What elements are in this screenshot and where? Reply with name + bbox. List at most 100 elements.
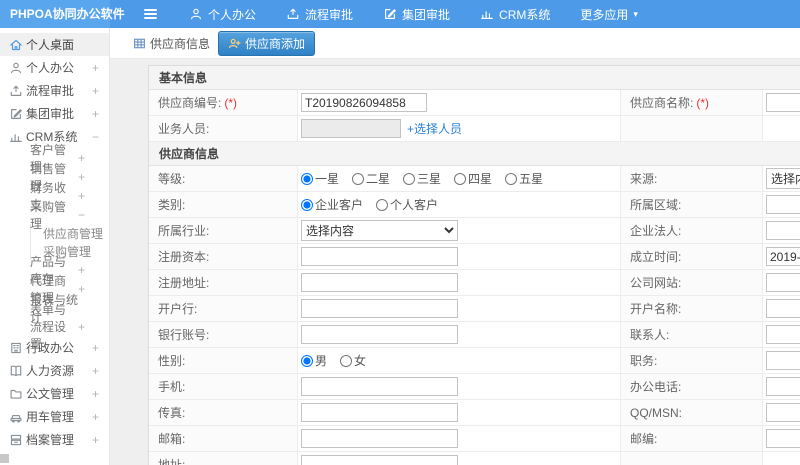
radio-icon[interactable] xyxy=(301,354,313,367)
radio-option-label: 五星 xyxy=(519,172,544,186)
radio-option-label: 企业客户 xyxy=(315,198,364,212)
form-label: 企业法人: xyxy=(621,218,763,243)
sidebar-item-0[interactable]: 个人桌面 xyxy=(0,33,109,56)
radio-icon[interactable] xyxy=(301,172,313,185)
gender-option-0[interactable]: 男 xyxy=(301,352,327,369)
sidebar-item-9[interactable]: 档案管理 + xyxy=(0,428,109,451)
top-nav-item-4[interactable]: 更多应用 ▾ xyxy=(580,6,638,23)
grade-option-3[interactable]: 四星 xyxy=(454,170,492,187)
form-row: 手机: 办公电话: xyxy=(149,374,800,400)
form-label: 所属行业: xyxy=(149,218,298,243)
mobile-input[interactable] xyxy=(301,377,458,396)
category-option-0[interactable]: 企业客户 xyxy=(301,196,363,213)
admin-icon xyxy=(9,341,26,355)
select-staff-link[interactable]: +选择人员 xyxy=(407,120,462,137)
address-input[interactable] xyxy=(301,455,458,465)
top-nav-label: CRM系统 xyxy=(499,7,551,22)
form-field-cell xyxy=(763,116,800,141)
caret-down-icon: ▾ xyxy=(633,8,638,19)
radio-icon[interactable] xyxy=(352,172,365,185)
zip-code-input[interactable] xyxy=(766,429,800,448)
qq-msn-input[interactable] xyxy=(766,403,800,422)
expand-marker: + xyxy=(77,319,85,334)
registered-capital-input[interactable] xyxy=(301,247,458,266)
form-label-text: 性别: xyxy=(158,354,186,368)
sidebar-scrollbar-thumb[interactable] xyxy=(0,454,9,463)
form-label-text: 企业法人: xyxy=(630,224,682,238)
grid-icon xyxy=(133,37,146,50)
sidebar-item-2[interactable]: 流程审批 + xyxy=(0,79,109,102)
job-title-input[interactable] xyxy=(766,351,800,370)
radio-icon[interactable] xyxy=(376,198,389,211)
email-input[interactable] xyxy=(301,429,458,448)
content-area: 基本信息供应商编号:(*)供应商名称:(*)业务人员:+选择人员供应商信息等级:… xyxy=(110,59,800,465)
tab-supplier-info[interactable]: 供应商信息 xyxy=(133,35,210,52)
form-row: 所属行业: 选择内容 企业法人: xyxy=(149,218,800,244)
supplier-name-input[interactable] xyxy=(766,93,800,112)
registered-address-input[interactable] xyxy=(301,273,458,292)
business-staff-input[interactable] xyxy=(301,119,401,138)
top-nav-item-1[interactable]: 流程审批 xyxy=(286,6,353,23)
form-field-cell xyxy=(298,90,621,115)
sidebar-item-5[interactable]: 行政办公 + xyxy=(0,336,109,359)
bank-account-input[interactable] xyxy=(301,325,458,344)
grade-option-2[interactable]: 三星 xyxy=(403,170,441,187)
tab-supplier-add[interactable]: 供应商添加 xyxy=(218,30,316,56)
fax-input[interactable] xyxy=(301,403,458,422)
industry-select[interactable]: 选择内容 xyxy=(301,220,458,241)
menu-toggle-icon[interactable] xyxy=(144,9,157,19)
supplier-code-input[interactable] xyxy=(301,93,427,112)
form-field-cell xyxy=(763,90,800,115)
category-option-1[interactable]: 个人客户 xyxy=(376,196,438,213)
bank-input[interactable] xyxy=(301,299,458,318)
form-label-text: 注册资本: xyxy=(158,250,210,264)
form-label: 所属区域: xyxy=(621,192,763,217)
radio-icon[interactable] xyxy=(454,172,467,185)
radio-icon[interactable] xyxy=(301,198,313,211)
top-nav-item-2[interactable]: 集团审批 xyxy=(383,6,450,23)
gender-option-1[interactable]: 女 xyxy=(340,352,366,369)
founded-date-input[interactable] xyxy=(766,247,800,266)
contact-input[interactable] xyxy=(766,325,800,344)
source-select[interactable]: 选择内容 xyxy=(766,168,800,189)
grade-option-4[interactable]: 五星 xyxy=(505,170,543,187)
top-nav-label: 个人办公 xyxy=(208,7,257,22)
office-phone-input[interactable] xyxy=(766,377,800,396)
form-field-cell xyxy=(763,244,800,269)
sidebar-subitem-4-7[interactable]: 表单与流程设置 + xyxy=(0,303,109,351)
form-label: 类别: xyxy=(149,192,298,217)
expand-marker: + xyxy=(77,169,85,184)
edit-icon xyxy=(9,107,26,121)
sidebar-subitem-4-3[interactable]: 采购管理 − xyxy=(0,200,109,231)
edit-icon xyxy=(383,7,397,21)
radio-icon[interactable] xyxy=(340,354,353,367)
sidebar-item-8[interactable]: 用车管理 + xyxy=(0,405,109,428)
expand-marker: − xyxy=(77,207,85,222)
website-input[interactable] xyxy=(766,273,800,292)
form-label: 供应商名称: (*) xyxy=(621,90,763,115)
sidebar-item-6[interactable]: 人力资源 + xyxy=(0,359,109,382)
form-row: 开户行: 开户名称: xyxy=(149,296,800,322)
grade-option-1[interactable]: 二星 xyxy=(352,170,390,187)
tab-label: 供应商添加 xyxy=(245,36,306,51)
radio-icon[interactable] xyxy=(403,172,416,185)
radio-icon[interactable] xyxy=(505,172,518,185)
region-input[interactable] xyxy=(766,195,800,214)
sidebar-item-3[interactable]: 集团审批 + xyxy=(0,102,109,125)
sidebar-item-1[interactable]: 个人办公 + xyxy=(0,56,109,79)
grade-option-0[interactable]: 一星 xyxy=(301,170,339,187)
account-name-input[interactable] xyxy=(766,299,800,318)
sidebar-item-label: 人力资源 xyxy=(26,364,75,378)
top-nav-item-3[interactable]: CRM系统 xyxy=(480,6,550,23)
sidebar-item-7[interactable]: 公文管理 + xyxy=(0,382,109,405)
form-field-cell xyxy=(763,218,800,243)
form-field-cell xyxy=(763,322,800,347)
form-field-cell xyxy=(763,400,800,425)
hr-icon xyxy=(9,364,26,378)
form-field-cell xyxy=(298,270,621,295)
form-label: 联系人: xyxy=(621,322,763,347)
form-label-text: 开户名称: xyxy=(630,302,682,316)
top-nav-item-0[interactable]: 个人办公 xyxy=(189,6,256,23)
form-label-text: 注册地址: xyxy=(158,276,210,290)
legal-person-input[interactable] xyxy=(766,221,800,240)
